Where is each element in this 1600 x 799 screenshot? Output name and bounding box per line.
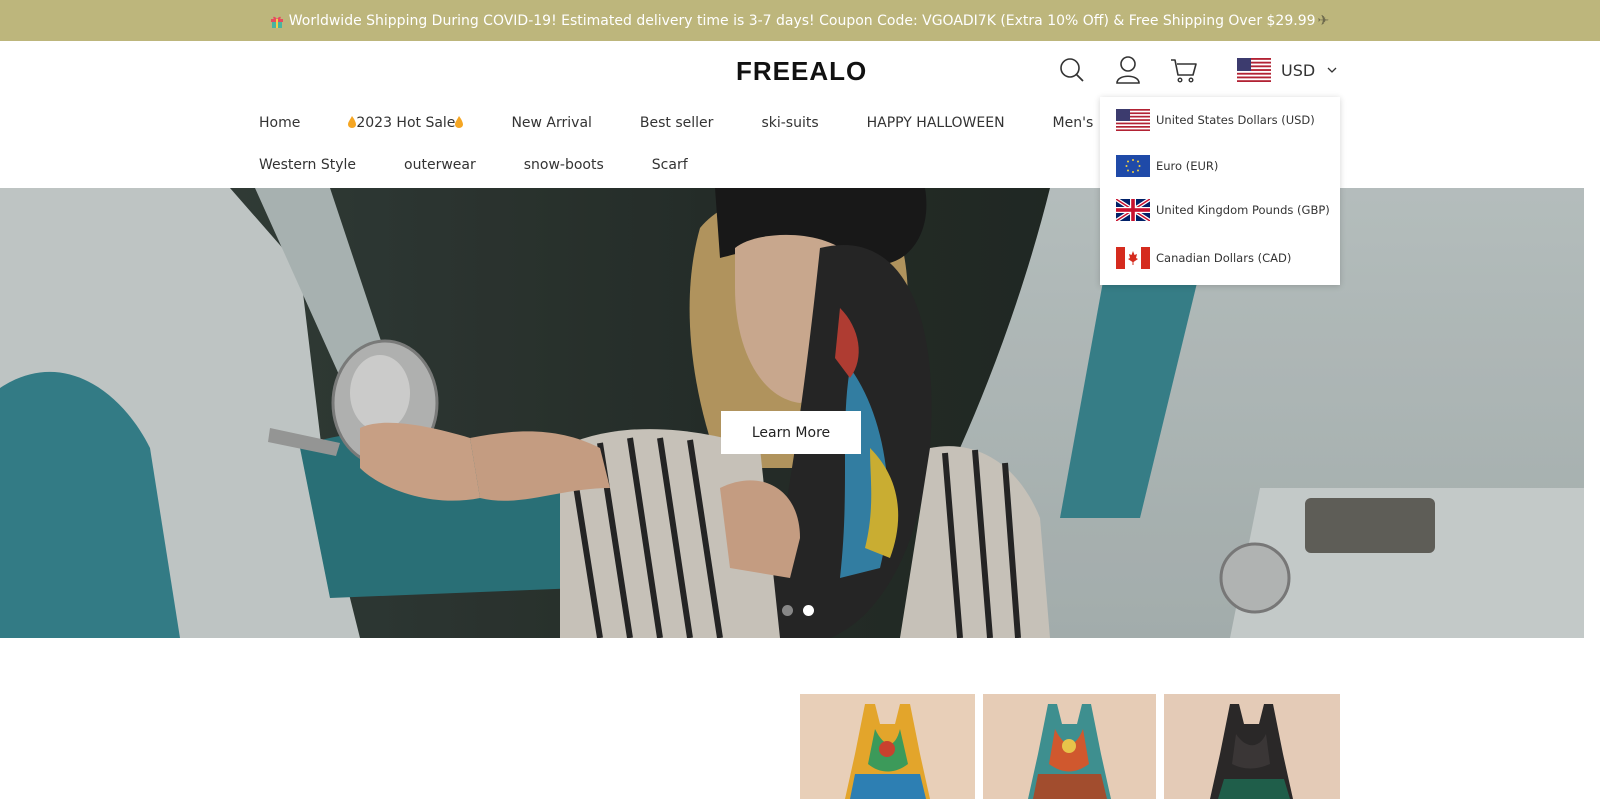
nav-item-home[interactable]: Home xyxy=(259,115,300,131)
currency-selector[interactable]: USD xyxy=(1237,57,1337,83)
gift-icon xyxy=(270,16,283,28)
ca-flag-icon xyxy=(1116,247,1150,269)
site-header: FREEALO USD Home 2023 Hot Sale New Arriv… xyxy=(0,41,1600,188)
announcement-text: Worldwide Shipping During COVID-19! Esti… xyxy=(288,12,1316,29)
chevron-down-icon xyxy=(1327,67,1337,73)
currency-option-label: United States Dollars (USD) xyxy=(1156,113,1315,127)
learn-more-button[interactable]: Learn More xyxy=(721,411,861,454)
currency-option-cad[interactable]: Canadian Dollars (CAD) xyxy=(1116,247,1331,269)
search-icon[interactable] xyxy=(1058,55,1086,85)
currency-option-gbp[interactable]: United Kingdom Pounds (GBP) xyxy=(1116,199,1331,221)
currency-option-usd[interactable]: United States Dollars (USD) xyxy=(1116,109,1331,131)
announcement-bar: Worldwide Shipping During COVID-19! Esti… xyxy=(0,0,1600,41)
currency-option-label: Canadian Dollars (CAD) xyxy=(1156,251,1292,265)
us-flag-icon xyxy=(1116,109,1150,131)
nav-item-hot-sale-label: 2023 Hot Sale xyxy=(356,115,456,131)
currency-option-label: United Kingdom Pounds (GBP) xyxy=(1156,203,1330,217)
nav-item-mens[interactable]: Men's xyxy=(1053,115,1094,131)
nav-item-hot-sale[interactable]: 2023 Hot Sale xyxy=(348,115,464,131)
currency-option-eur[interactable]: Euro (EUR) xyxy=(1116,155,1331,177)
slider-dots xyxy=(782,605,814,616)
product-card-2[interactable] xyxy=(983,694,1156,799)
uk-flag-icon xyxy=(1116,199,1150,221)
product-card-1[interactable] xyxy=(800,694,975,799)
airplane-icon: ✈ xyxy=(1317,12,1330,29)
nav-item-scarf[interactable]: Scarf xyxy=(652,157,688,173)
us-flag-icon xyxy=(1237,58,1271,82)
currency-dropdown: United States Dollars (USD) Euro (EUR) U… xyxy=(1100,97,1340,285)
product-card-3[interactable] xyxy=(1164,694,1340,799)
fire-icon xyxy=(455,116,464,128)
product-image xyxy=(800,694,975,799)
nav-item-western-style[interactable]: Western Style xyxy=(259,157,356,173)
nav-item-snow-boots[interactable]: snow-boots xyxy=(524,157,604,173)
product-image xyxy=(1164,694,1340,799)
product-image xyxy=(983,694,1156,799)
site-logo[interactable]: FREEALO xyxy=(736,56,867,87)
eu-flag-icon xyxy=(1116,155,1150,177)
currency-option-label: Euro (EUR) xyxy=(1156,159,1219,173)
currency-code: USD xyxy=(1281,60,1316,80)
user-icon[interactable] xyxy=(1114,55,1142,85)
nav-item-outerwear[interactable]: outerwear xyxy=(404,157,476,173)
nav-item-best-seller[interactable]: Best seller xyxy=(640,115,714,131)
nav-item-new-arrival[interactable]: New Arrival xyxy=(511,115,591,131)
nav-item-ski-suits[interactable]: ski-suits xyxy=(761,115,818,131)
slider-dot-1[interactable] xyxy=(782,605,793,616)
nav-item-happy-halloween[interactable]: HAPPY HALLOWEEN xyxy=(867,115,1005,131)
cart-icon[interactable] xyxy=(1170,55,1198,85)
slider-dot-2[interactable] xyxy=(803,605,814,616)
